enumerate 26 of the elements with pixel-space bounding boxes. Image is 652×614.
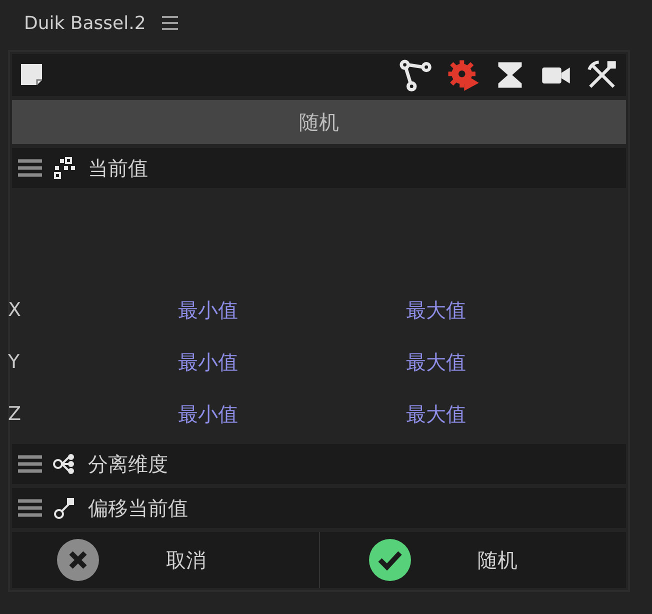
min-value-link[interactable]: 最小值 bbox=[178, 402, 238, 426]
drag-handle-icon[interactable] bbox=[18, 159, 42, 177]
joint-chain-icon[interactable] bbox=[398, 58, 432, 92]
min-value-link[interactable]: 最小值 bbox=[178, 298, 238, 322]
axis-label: Y bbox=[8, 351, 21, 373]
section-title: 分离维度 bbox=[88, 450, 168, 478]
section-title: 当前值 bbox=[88, 154, 148, 182]
random-button[interactable]: 随机 bbox=[12, 100, 626, 144]
drag-handle-icon[interactable] bbox=[18, 499, 42, 517]
note-icon[interactable] bbox=[20, 63, 44, 87]
max-value-link[interactable]: 最大值 bbox=[406, 348, 466, 376]
axis-label: X bbox=[8, 299, 22, 321]
panel-title: Duik Bassel.2 bbox=[24, 12, 146, 34]
menu-icon[interactable] bbox=[162, 16, 178, 30]
close-icon bbox=[56, 538, 100, 582]
max-value-link[interactable]: 最大值 bbox=[406, 400, 466, 428]
dots-icon bbox=[52, 155, 78, 181]
drag-handle-icon[interactable] bbox=[18, 455, 42, 473]
confirm-button[interactable]: 随机 bbox=[320, 538, 518, 582]
cancel-button[interactable]: 取消 bbox=[12, 538, 206, 582]
min-value-link[interactable]: 最小值 bbox=[178, 350, 238, 374]
check-icon bbox=[368, 538, 412, 582]
axis-label: Z bbox=[8, 403, 22, 425]
max-value-link[interactable]: 最大值 bbox=[406, 296, 466, 324]
section-title: 偏移当前值 bbox=[88, 494, 188, 522]
gear-play-icon[interactable] bbox=[446, 58, 480, 92]
